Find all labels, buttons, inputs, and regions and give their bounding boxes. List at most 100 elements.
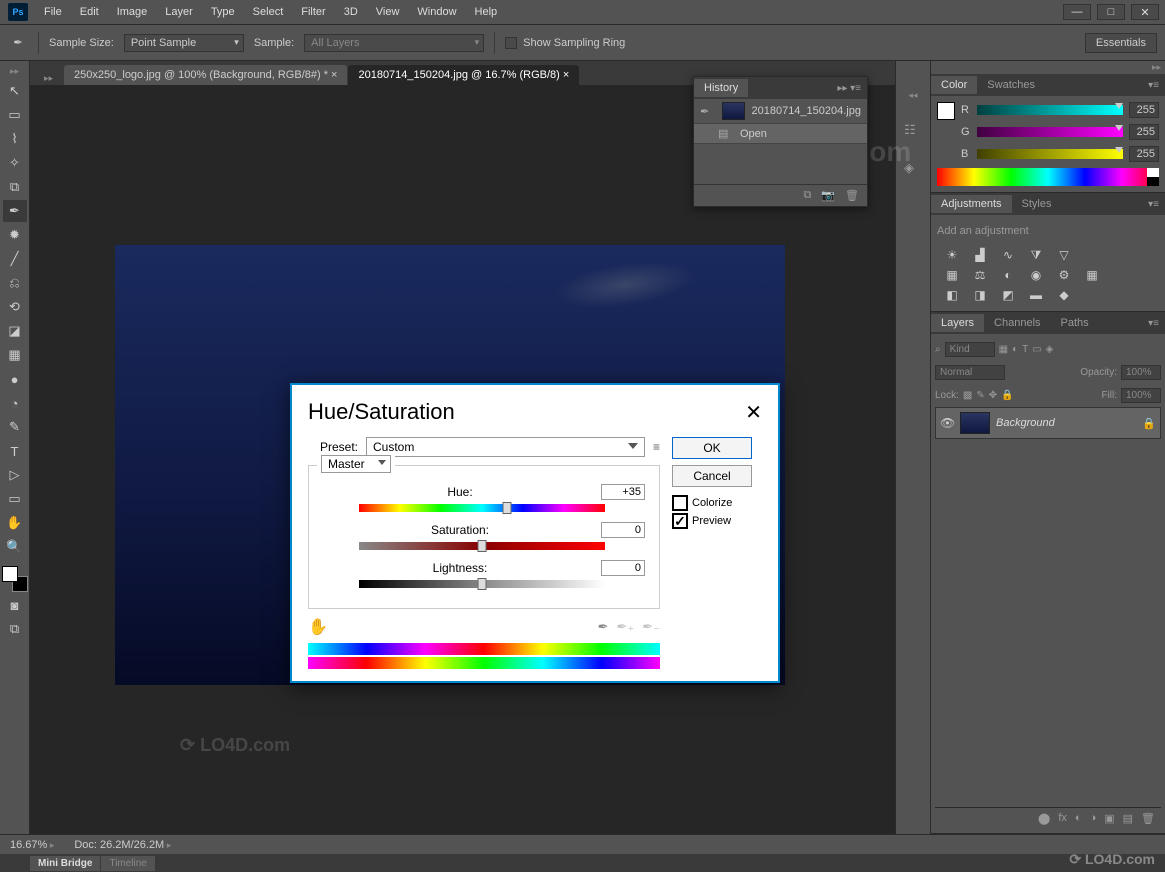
channels-tab[interactable]: Channels — [984, 314, 1050, 332]
history-step-row[interactable]: ▤ Open — [694, 124, 867, 144]
eraser-tool[interactable]: ◪ — [3, 320, 27, 342]
panel-color-swatch[interactable] — [937, 102, 955, 120]
exposure-icon[interactable]: ⧩ — [1027, 247, 1045, 263]
pen-tool[interactable]: ✎ — [3, 416, 27, 438]
filter-type-icon[interactable]: T — [1022, 344, 1028, 355]
workspace-switcher[interactable]: Essentials — [1085, 33, 1157, 53]
lightness-slider[interactable] — [359, 580, 605, 588]
invert-icon[interactable]: ◧ — [943, 287, 961, 303]
swatches-tab[interactable]: Swatches — [977, 76, 1045, 94]
doc-size[interactable]: Doc: 26.2M/26.2M — [74, 839, 171, 851]
lock-pos-icon[interactable]: ✥ — [989, 390, 997, 401]
sample-select[interactable]: All Layers — [304, 34, 484, 52]
mini-bridge-tab[interactable]: Mini Bridge — [30, 856, 100, 871]
levels-icon[interactable]: ▟ — [971, 247, 989, 263]
hue-saturation-dialog[interactable]: Hue/Saturation ✕ Preset: Custom ≡ Master… — [290, 383, 780, 683]
filter-pixel-icon[interactable]: ▦ — [999, 344, 1008, 355]
maximize-button[interactable]: □ — [1097, 4, 1125, 20]
hand-tool[interactable]: ✋ — [3, 512, 27, 534]
mask-icon[interactable]: ◐ — [1075, 812, 1082, 825]
hue-input[interactable] — [601, 484, 645, 500]
menu-help[interactable]: Help — [467, 2, 506, 22]
colorize-checkbox[interactable]: Colorize — [672, 495, 762, 511]
saturation-slider[interactable] — [359, 542, 605, 550]
saturation-input[interactable] — [601, 522, 645, 538]
bw-icon[interactable]: ◐ — [999, 267, 1017, 283]
shape-tool[interactable]: ▭ — [3, 488, 27, 510]
collapse-handle-icon[interactable]: ▸▸ — [40, 72, 57, 85]
threshold-icon[interactable]: ◩ — [999, 287, 1017, 303]
document-tab[interactable]: 250x250_logo.jpg @ 100% (Background, RGB… — [64, 65, 347, 85]
styles-tab[interactable]: Styles — [1012, 195, 1062, 213]
history-brush-tool[interactable]: ⟲ — [3, 296, 27, 318]
panel-menu-icon[interactable]: ▾≡ — [1142, 318, 1165, 329]
ok-button[interactable]: OK — [672, 437, 752, 459]
r-slider[interactable] — [977, 105, 1123, 115]
new-doc-icon[interactable]: ⧉ — [803, 189, 811, 202]
panel-menu-icon[interactable]: ▾≡ — [1142, 80, 1165, 91]
eyedropper-minus-icon[interactable]: ✒₋ — [642, 619, 660, 635]
layers-tab[interactable]: Layers — [931, 314, 984, 332]
panel-menu-icon[interactable]: ▾≡ — [1142, 199, 1165, 210]
cancel-button[interactable]: Cancel — [672, 465, 752, 487]
menu-view[interactable]: View — [368, 2, 408, 22]
lock-paint-icon[interactable]: ✎ — [976, 390, 984, 401]
r-value[interactable]: 255 — [1129, 102, 1159, 118]
layer-name[interactable]: Background — [996, 417, 1136, 429]
healing-brush-tool[interactable]: ✹ — [3, 224, 27, 246]
g-slider[interactable] — [977, 127, 1123, 137]
trash-icon[interactable]: 🗑 — [1141, 812, 1155, 825]
posterize-icon[interactable]: ◨ — [971, 287, 989, 303]
collapse-handle-icon[interactable]: ◂◂ — [904, 89, 921, 102]
timeline-tab[interactable]: Timeline — [101, 856, 154, 871]
menu-file[interactable]: File — [36, 2, 70, 22]
lightness-input[interactable] — [601, 560, 645, 576]
dialog-close-button[interactable]: ✕ — [745, 400, 762, 425]
fill-value[interactable]: 100% — [1121, 388, 1161, 403]
history-source-row[interactable]: ✒ 20180714_150204.jpg — [694, 99, 867, 124]
color-balance-icon[interactable]: ⚖ — [971, 267, 989, 283]
zoom-tool[interactable]: 🔍 — [3, 536, 27, 558]
foreground-color-swatch[interactable] — [2, 566, 18, 582]
filter-shape-icon[interactable]: ▭ — [1032, 344, 1041, 355]
menu-image[interactable]: Image — [109, 2, 156, 22]
minimize-button[interactable]: — — [1063, 4, 1091, 20]
menu-window[interactable]: Window — [409, 2, 464, 22]
panel-icon-2[interactable]: ◈ — [904, 160, 922, 178]
eyedropper-icon[interactable]: ✒ — [598, 619, 609, 635]
selective-color-icon[interactable]: ◆ — [1055, 287, 1073, 303]
opacity-value[interactable]: 100% — [1121, 365, 1161, 380]
lock-trans-icon[interactable]: ▩ — [963, 390, 972, 401]
adj-layer-icon[interactable]: ◑ — [1090, 812, 1097, 825]
curves-icon[interactable]: ∿ — [999, 247, 1017, 263]
marquee-tool[interactable]: ▭ — [3, 104, 27, 126]
blur-tool[interactable]: ● — [3, 368, 27, 390]
g-value[interactable]: 255 — [1129, 124, 1159, 140]
hue-sat-icon[interactable]: ▦ — [943, 267, 961, 283]
menu-filter[interactable]: Filter — [293, 2, 333, 22]
menu-edit[interactable]: Edit — [72, 2, 107, 22]
photo-filter-icon[interactable]: ◉ — [1027, 267, 1045, 283]
link-icon[interactable]: ⬤ — [1038, 812, 1050, 825]
lasso-tool[interactable]: ⌇ — [3, 128, 27, 150]
path-select-tool[interactable]: ▷ — [3, 464, 27, 486]
hand-icon[interactable]: ✋ — [308, 617, 328, 637]
history-tab[interactable]: History — [694, 79, 748, 97]
vibrance-icon[interactable]: ▽ — [1055, 247, 1073, 263]
zoom-level[interactable]: 16.67% — [10, 839, 54, 851]
gradient-tool[interactable]: ▦ — [3, 344, 27, 366]
history-panel[interactable]: History ▸▸ ▾≡ ✒ 20180714_150204.jpg ▤ Op… — [693, 76, 868, 207]
preset-menu-icon[interactable]: ≡ — [653, 440, 660, 454]
b-value[interactable]: 255 — [1129, 146, 1159, 162]
menu-3d[interactable]: 3D — [336, 2, 366, 22]
eyedropper-plus-icon[interactable]: ✒₊ — [616, 619, 634, 635]
blend-mode-select[interactable]: Normal — [935, 365, 1005, 380]
menu-select[interactable]: Select — [245, 2, 292, 22]
gradient-map-icon[interactable]: ▬ — [1027, 287, 1045, 303]
sample-size-select[interactable]: Point Sample — [124, 34, 244, 52]
clone-stamp-tool[interactable]: ⎌ — [3, 272, 27, 294]
channel-mixer-icon[interactable]: ⚙ — [1055, 267, 1073, 283]
group-icon[interactable]: ▣ — [1104, 812, 1114, 825]
layer-thumbnail[interactable] — [960, 412, 990, 434]
color-lookup-icon[interactable]: ▦ — [1083, 267, 1101, 283]
